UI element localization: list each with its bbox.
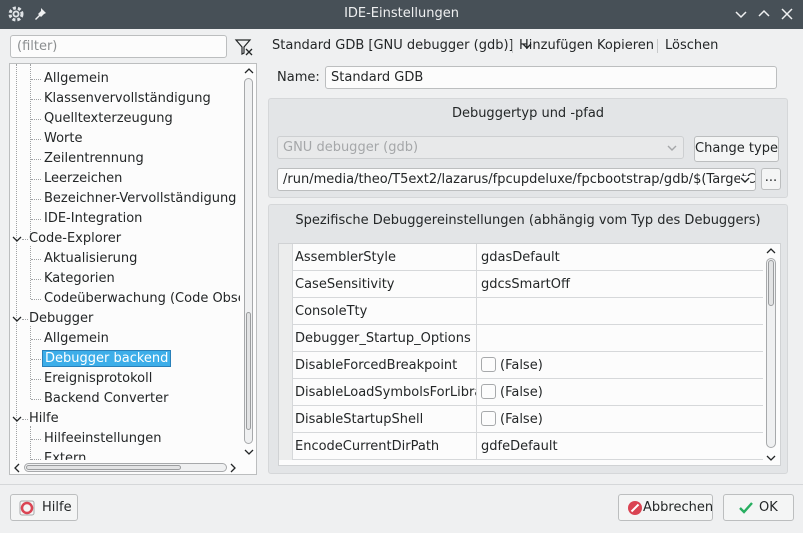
property-row[interactable]: CaseSensitivity gdcsSmartOff [279, 271, 763, 298]
tree-item-debugger-backend[interactable]: Debugger backend [42, 349, 172, 369]
property-name: Debugger_Startup_Options [295, 331, 471, 346]
scroll-left-arrow-icon[interactable] [12, 463, 22, 473]
scroll-right-arrow-icon[interactable] [228, 463, 238, 473]
tree-item-backend-converter[interactable]: Backend Converter [44, 389, 168, 409]
tree-item-hilfeeinstellungen[interactable]: Hilfeeinstellungen [44, 429, 161, 449]
clear-filter-icon[interactable] [233, 37, 255, 57]
tree-item-klassenvervollstaendigung[interactable]: Klassenvervollständigung [44, 89, 211, 109]
property-name: DisableForcedBreakpoint [295, 358, 458, 373]
false-checkbox[interactable] [481, 384, 496, 399]
tree-item-quelltexterzeugung[interactable]: Quelltexterzeugung [44, 109, 173, 129]
scroll-down-arrow-icon[interactable] [766, 453, 776, 463]
property-value[interactable]: (False) [481, 379, 761, 406]
backend-toolbar: Standard GDB [GNU debugger (gdb)] Hinzuf… [268, 34, 798, 56]
property-name: DisableLoadSymbolsForLibraries [295, 385, 477, 400]
browse-path-button[interactable]: ... [761, 168, 781, 190]
tree-item-worte[interactable]: Worte [44, 129, 83, 149]
name-label: Name: [277, 70, 320, 85]
change-type-button[interactable]: Change type [694, 136, 779, 162]
property-value[interactable]: gdfeDefault [481, 433, 761, 460]
debugger-type-select: GNU debugger (gdb) [277, 136, 684, 159]
tree-item-kategorien[interactable]: Kategorien [44, 269, 115, 289]
property-name: ConsoleTty [295, 304, 368, 319]
cancel-button[interactable]: Abbrechen [618, 494, 713, 521]
tree-item-code-explorer[interactable]: Code-Explorer [29, 229, 121, 249]
property-grid-scrollbar[interactable] [763, 244, 780, 465]
property-value[interactable]: gdasDefault [481, 244, 761, 271]
property-name: AssemblerStyle [295, 250, 396, 265]
property-name: EncodeCurrentDirPath [295, 439, 440, 454]
tree-vertical-scrollbar[interactable] [241, 64, 256, 460]
property-value[interactable]: (False) [481, 406, 761, 433]
scroll-down-arrow-icon[interactable] [244, 447, 254, 457]
window-title: IDE-Einstellungen [344, 6, 459, 21]
debugger-type-group-title: Debuggertyp und -pfad [451, 106, 605, 121]
chevron-down-icon [740, 176, 750, 184]
tree-item-bezeichner-vervollstaendigung[interactable]: Bezeichner-Vervollständigung [44, 189, 236, 209]
property-row[interactable]: EncodeCurrentDirPath gdfeDefault [279, 433, 763, 460]
property-row[interactable]: AssemblerStyle gdasDefault [279, 244, 763, 271]
minimize-chevron-icon[interactable] [733, 6, 749, 22]
property-value[interactable]: (False) [481, 352, 761, 379]
debugger-path-select[interactable]: /run/media/theo/T5ext2/lazarus/fpcupdelu… [277, 168, 756, 191]
tree-item-zeilentrennung[interactable]: Zeilentrennung [44, 149, 144, 169]
debugger-settings-group-title: Spezifische Debuggereinstellungen (abhän… [295, 213, 761, 228]
tree-item-ide-integration[interactable]: IDE-Integration [44, 209, 142, 229]
tree-item-allgemein[interactable]: Allgemein [44, 69, 109, 89]
property-row[interactable]: DisableStartupShell (False) [279, 406, 763, 433]
options-tree[interactable]: Allgemein Klassenvervollständigung Quell… [9, 63, 257, 475]
delete-button[interactable]: Löschen [665, 38, 718, 53]
add-button[interactable]: Hinzufügen [519, 38, 593, 53]
scroll-up-arrow-icon[interactable] [766, 246, 776, 256]
chevron-down-icon[interactable] [12, 314, 22, 324]
chevron-down-icon [667, 145, 677, 151]
close-icon[interactable] [779, 6, 795, 22]
chevron-down-icon[interactable] [12, 414, 22, 424]
property-value[interactable] [481, 325, 761, 352]
tree-scroll-thumb[interactable] [246, 312, 251, 430]
tree-item-codeueberwachung[interactable]: Codeüberwachung (Code Observer) [44, 289, 240, 309]
chevron-down-icon[interactable] [12, 234, 22, 244]
property-value[interactable] [481, 298, 761, 325]
property-row[interactable]: ConsoleTty [279, 298, 763, 325]
copy-button[interactable]: Kopieren [597, 38, 654, 53]
property-row[interactable]: DisableLoadSymbolsForLibraries (False) [279, 379, 763, 406]
tree-item-leerzeichen[interactable]: Leerzeichen [44, 169, 122, 189]
checkmark-icon [739, 502, 753, 514]
false-checkbox[interactable] [481, 357, 496, 372]
property-row[interactable]: Debugger_Startup_Options [279, 325, 763, 352]
tree-item-hilfe[interactable]: Hilfe [29, 409, 59, 429]
lifebuoy-icon [19, 500, 35, 516]
property-grid-scroll-thumb[interactable] [768, 260, 774, 306]
ok-button[interactable]: OK [723, 494, 794, 521]
tree-horizontal-scrollbar[interactable] [10, 460, 241, 474]
tree-item-debugger[interactable]: Debugger [29, 309, 93, 329]
property-row[interactable]: DisableForcedBreakpoint (False) [279, 352, 763, 379]
tree-item-aktualisierung[interactable]: Aktualisierung [44, 249, 137, 269]
tree-hscroll-thumb[interactable] [26, 465, 181, 470]
false-checkbox[interactable] [481, 411, 496, 426]
property-value[interactable]: gdcsSmartOff [481, 271, 761, 298]
property-grid[interactable]: AssemblerStyle gdasDefault CaseSensitivi… [278, 243, 781, 466]
property-name: CaseSensitivity [295, 277, 395, 292]
tree-item-debugger-allgemein[interactable]: Allgemein [44, 329, 109, 349]
property-name: DisableStartupShell [295, 412, 424, 427]
title-bar[interactable]: IDE-Einstellungen [0, 0, 803, 29]
name-field[interactable]: Standard GDB [325, 66, 777, 89]
tree-item-ereignisprotokoll[interactable]: Ereignisprotokoll [44, 369, 152, 389]
help-button[interactable]: Hilfe [10, 494, 78, 521]
filter-input[interactable]: (filter) [10, 35, 227, 58]
maximize-chevron-icon[interactable] [756, 6, 772, 22]
scroll-up-arrow-icon[interactable] [244, 66, 254, 76]
backend-select[interactable]: Standard GDB [GNU debugger (gdb)] [272, 38, 532, 53]
cancel-icon [628, 501, 642, 515]
